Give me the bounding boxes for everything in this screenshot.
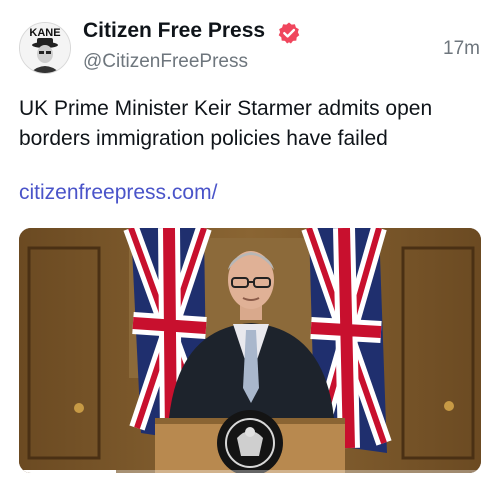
- post-text: UK Prime Minister Keir Starmer admits op…: [19, 97, 433, 150]
- author-name[interactable]: Citizen Free Press: [83, 19, 265, 43]
- post-link[interactable]: citizenfreepress.com/: [19, 181, 217, 205]
- video-progress-fill: [19, 470, 117, 473]
- post-timestamp[interactable]: 17m: [443, 38, 480, 60]
- avatar-lettering: KANE: [29, 27, 60, 39]
- video-frame-image: [19, 228, 481, 473]
- verified-badge-icon: [278, 22, 300, 44]
- video-thumbnail[interactable]: [19, 228, 481, 473]
- video-progress-bar[interactable]: [19, 470, 481, 473]
- avatar-image: KANE: [20, 23, 70, 73]
- author-avatar[interactable]: KANE: [19, 22, 71, 74]
- lectern: [155, 410, 345, 473]
- post[interactable]: KANE Citizen Free Press @CitizenFreePres…: [0, 0, 500, 484]
- author-handle[interactable]: @CitizenFreePress: [83, 51, 248, 73]
